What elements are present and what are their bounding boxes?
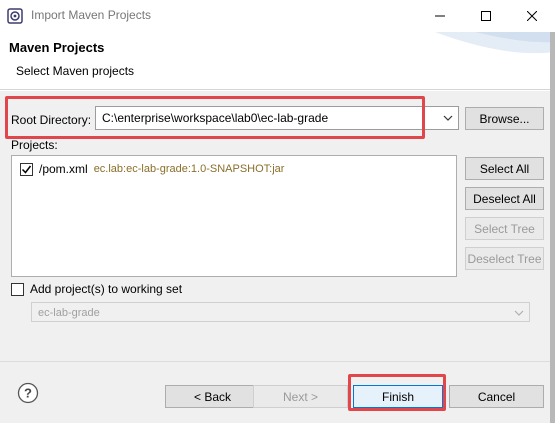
check-icon [21,165,32,174]
page-subtitle: Select Maven projects [16,64,135,78]
svg-text:?: ? [24,386,32,401]
project-name: /pom.xml [39,162,88,176]
close-icon [527,11,537,21]
window-title: Import Maven Projects [31,8,152,22]
project-coordinates: ec.lab:ec-lab-grade:1.0-SNAPSHOT:jar [93,163,285,175]
select-all-button[interactable]: Select All [465,157,544,180]
chevron-down-icon[interactable] [442,112,454,124]
back-button[interactable]: < Back [165,385,260,408]
eclipse-icon [7,8,23,24]
maximize-icon [481,11,491,21]
projects-label: Projects: [11,138,58,152]
project-tree[interactable]: /pom.xml ec.lab:ec-lab-grade:1.0-SNAPSHO… [11,155,457,277]
working-set-label: Add project(s) to working set [30,282,183,296]
working-set-combo[interactable]: ec-lab-grade [31,302,530,322]
maximize-button[interactable] [463,0,509,32]
window-edge [550,32,555,423]
select-tree-button[interactable]: Select Tree [465,217,544,240]
tree-row[interactable]: /pom.xml ec.lab:ec-lab-grade:1.0-SNAPSHO… [20,161,284,177]
cancel-button[interactable]: Cancel [449,385,544,408]
banner-decoration [435,32,555,54]
project-checkbox[interactable] [20,162,33,176]
browse-button[interactable]: Browse... [465,107,544,130]
working-set-value: ec-lab-grade [38,307,100,319]
working-set-row[interactable]: Add project(s) to working set [11,282,182,296]
minimize-icon [435,15,445,17]
working-set-checkbox[interactable] [11,282,24,296]
minimize-button[interactable] [417,0,463,32]
finish-highlight [348,374,446,411]
page-title: Maven Projects [9,40,105,55]
next-button[interactable]: Next > [253,385,348,408]
deselect-all-button[interactable]: Deselect All [465,187,544,210]
chevron-down-icon [514,310,524,316]
wizard-header: Maven Projects Select Maven projects [0,32,555,90]
deselect-tree-button[interactable]: Deselect Tree [465,247,544,270]
help-icon[interactable]: ? [17,382,39,404]
root-directory-highlight [5,96,425,139]
close-button[interactable] [509,0,555,32]
